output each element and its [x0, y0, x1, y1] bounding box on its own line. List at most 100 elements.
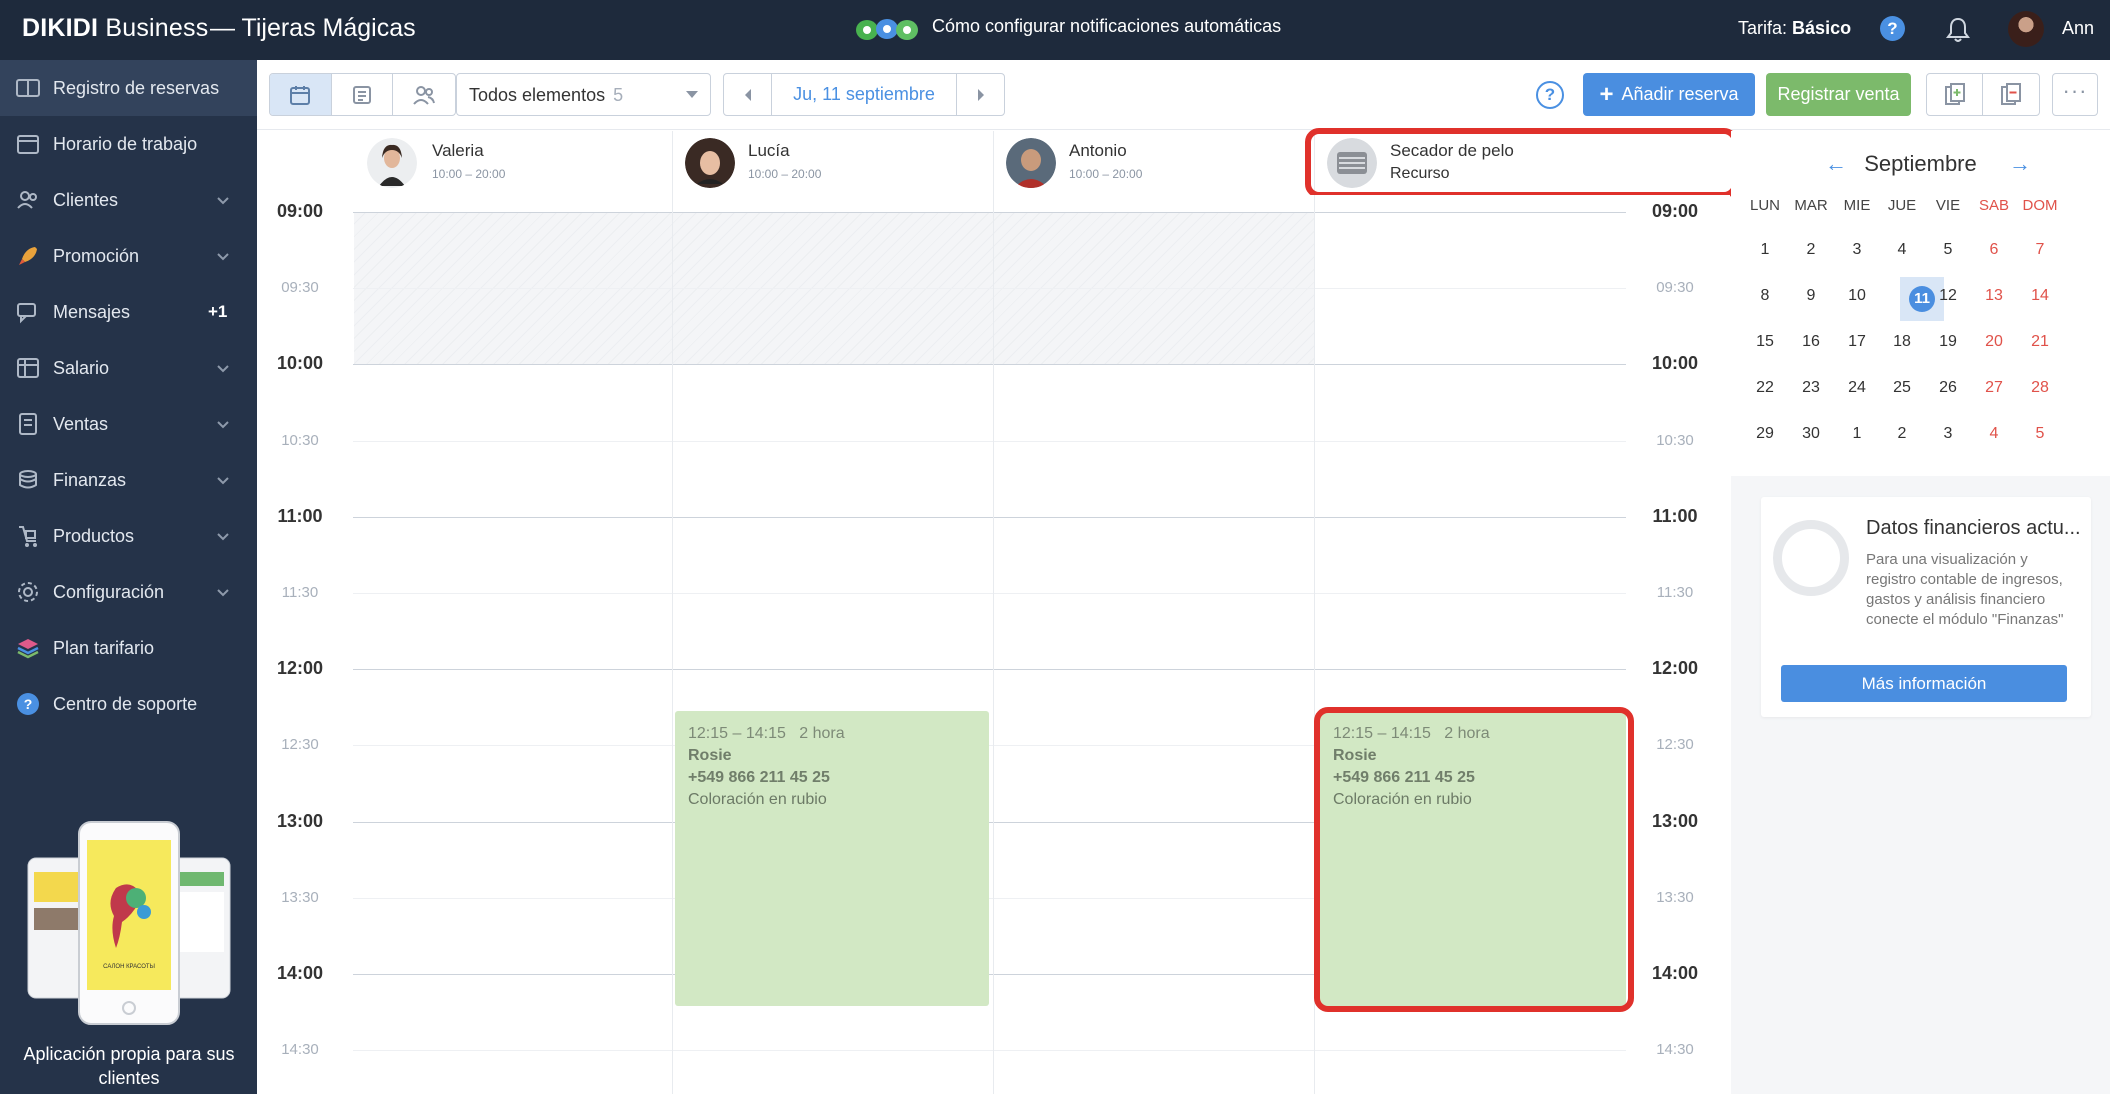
calendar-day[interactable]: 9	[1788, 287, 1834, 305]
help-icon[interactable]: ?	[1536, 81, 1564, 109]
sidebar-item-plan-tarifario[interactable]: Plan tarifario	[0, 620, 257, 676]
staff-column-valeria[interactable]: Valeria 10:00 – 20:00	[257, 131, 672, 195]
calendar-day[interactable]: 8	[1742, 287, 1788, 305]
mobile-app-promo-image[interactable]: САЛОН КРАСОТЫ	[24, 818, 234, 1028]
chevron-down-icon	[217, 533, 229, 541]
calendar-day[interactable]: 7	[2017, 241, 2063, 259]
calendar-day[interactable]: 25	[1879, 379, 1925, 397]
calendar-day[interactable]: 5	[1925, 241, 1971, 259]
users-icon	[413, 85, 436, 105]
user-name[interactable]: Ann	[2062, 18, 2094, 39]
register-sale-button[interactable]: Registrar venta	[1766, 73, 1911, 116]
sidebar-item-finanzas[interactable]: Finanzas	[0, 452, 257, 508]
calendar-day[interactable]: 2	[1879, 425, 1925, 443]
more-options-button[interactable]: ···	[2052, 73, 2098, 116]
calendar-day[interactable]: 26	[1925, 379, 1971, 397]
calendar-day[interactable]: 4	[1879, 241, 1925, 259]
calendar-icon	[290, 85, 311, 105]
notifications-guide-link[interactable]: Cómo configurar notificaciones automátic…	[932, 16, 1281, 37]
calendar-day[interactable]: 30	[1788, 425, 1834, 443]
sidebar-item-promocion[interactable]: Promoción	[0, 228, 257, 284]
weekday-label: LUN	[1749, 197, 1780, 214]
sidebar-item-mensajes[interactable]: Mensajes +1	[0, 284, 257, 340]
staff-view-button[interactable]	[393, 74, 455, 115]
time-label: 14:30	[1656, 1041, 1694, 1058]
view-switcher	[269, 73, 456, 116]
calendar-day[interactable]: 1	[1742, 241, 1788, 259]
calendar-day[interactable]: 24	[1834, 379, 1880, 397]
income-doc-button[interactable]	[1927, 74, 1984, 115]
calendar-day[interactable]: 23	[1788, 379, 1834, 397]
time-label: 13:30	[1656, 889, 1694, 906]
sidebar-item-registro[interactable]: Registro de reservas	[0, 60, 257, 116]
time-label: 11:30	[281, 584, 319, 601]
calendar-day[interactable]: 4	[1971, 425, 2017, 443]
calendar-day[interactable]: 6	[1971, 241, 2017, 259]
messengers-icon[interactable]	[853, 14, 923, 44]
prev-day-button[interactable]	[724, 74, 772, 115]
calendar-day[interactable]: 22	[1742, 379, 1788, 397]
sidebar: Registro de reservas Horario de trabajo …	[0, 60, 257, 1094]
calendar-day[interactable]: 3	[1834, 241, 1880, 259]
sidebar-item-soporte[interactable]: ? Centro de soporte	[0, 676, 257, 732]
calendar-day[interactable]: 19	[1925, 333, 1971, 351]
chevron-down-icon	[217, 589, 229, 597]
expense-doc-button[interactable]	[1983, 74, 2039, 115]
calendar-day[interactable]: 13	[1971, 287, 2017, 305]
messages-icon	[17, 303, 36, 324]
sidebar-item-productos[interactable]: Productos	[0, 508, 257, 564]
salon-name: — Tijeras Mágicas	[210, 14, 416, 42]
list-view-button[interactable]	[332, 74, 394, 115]
app-logo[interactable]: DIKIDI Business	[22, 14, 208, 43]
mini-calendar: Septiembre ← → LUN MAR MIE JUE VIE SAB DOM 1 2 3 4…	[1731, 131, 2110, 476]
mobile-app-promo-text[interactable]: Aplicación propia para sus clientes	[14, 1042, 244, 1090]
staff-column-antonio[interactable]: Antonio 10:00 – 20:00	[994, 131, 1314, 195]
staff-avatar	[367, 138, 417, 188]
calendar-day[interactable]: 27	[1971, 379, 2017, 397]
next-day-button[interactable]	[956, 74, 1004, 115]
help-icon[interactable]: ?	[1880, 16, 1905, 41]
user-avatar[interactable]	[2008, 11, 2044, 47]
calendar-day[interactable]: 1	[1834, 425, 1880, 443]
arrow-left-icon[interactable]: ←	[1825, 151, 1847, 177]
current-date[interactable]: Ju, 11 septiembre	[772, 74, 956, 115]
time-label: 12:00	[276, 658, 324, 678]
calendar-day[interactable]: 28	[2017, 379, 2063, 397]
calendar-day[interactable]: 5	[2017, 425, 2063, 443]
staff-column-lucia[interactable]: Lucía 10:00 – 20:00	[673, 131, 993, 195]
calendar-day[interactable]: 16	[1788, 333, 1834, 351]
calendar-day[interactable]: 10	[1834, 287, 1880, 305]
booking-card-lucia[interactable]: 12:15 – 14:15 2 hora Rosie +549 866 211 …	[675, 711, 989, 1006]
calendar-day[interactable]: 20	[1971, 333, 2017, 351]
calendar-day[interactable]: 21	[2017, 333, 2063, 351]
sidebar-item-horario[interactable]: Horario de trabajo	[0, 116, 257, 172]
add-booking-button[interactable]: + Añadir reserva	[1583, 73, 1755, 116]
calendar-day[interactable]: 14	[2017, 287, 2063, 305]
calendar-day[interactable]: 12	[1925, 287, 1971, 305]
tariff-info[interactable]: Tarifa: Básico	[1738, 18, 1851, 39]
toolbar: Todos elementos 5 Ju, 11 septiembre ? + A…	[257, 60, 2110, 130]
more-info-button[interactable]: Más información	[1781, 665, 2067, 702]
arrow-right-icon[interactable]: →	[2009, 151, 2031, 177]
time-label: 12:30	[1656, 736, 1694, 753]
time-label: 14:00	[1651, 963, 1699, 983]
time-label: 13:00	[276, 811, 324, 831]
calendar-day[interactable]: 18	[1879, 333, 1925, 351]
time-label: 10:00	[1651, 353, 1699, 373]
calendar-day[interactable]: 2	[1788, 241, 1834, 259]
calendar-day[interactable]: 29	[1742, 425, 1788, 443]
elements-filter-select[interactable]: Todos elementos 5	[456, 73, 711, 116]
sidebar-item-ventas[interactable]: Ventas	[0, 396, 257, 452]
bell-icon[interactable]	[1945, 16, 1971, 44]
chevron-down-icon	[217, 197, 229, 205]
calendar-view-button[interactable]	[270, 74, 332, 115]
finance-icon	[19, 470, 37, 489]
chevron-right-icon	[977, 88, 984, 101]
calendar-day[interactable]: 17	[1834, 333, 1880, 351]
calendar-day[interactable]: 15	[1742, 333, 1788, 351]
sidebar-item-clientes[interactable]: Clientes	[0, 172, 257, 228]
calendar-day[interactable]: 3	[1925, 425, 1971, 443]
document-minus-icon	[2001, 82, 2021, 105]
sidebar-item-salario[interactable]: Salario	[0, 340, 257, 396]
sidebar-item-configuracion[interactable]: Configuración	[0, 564, 257, 620]
